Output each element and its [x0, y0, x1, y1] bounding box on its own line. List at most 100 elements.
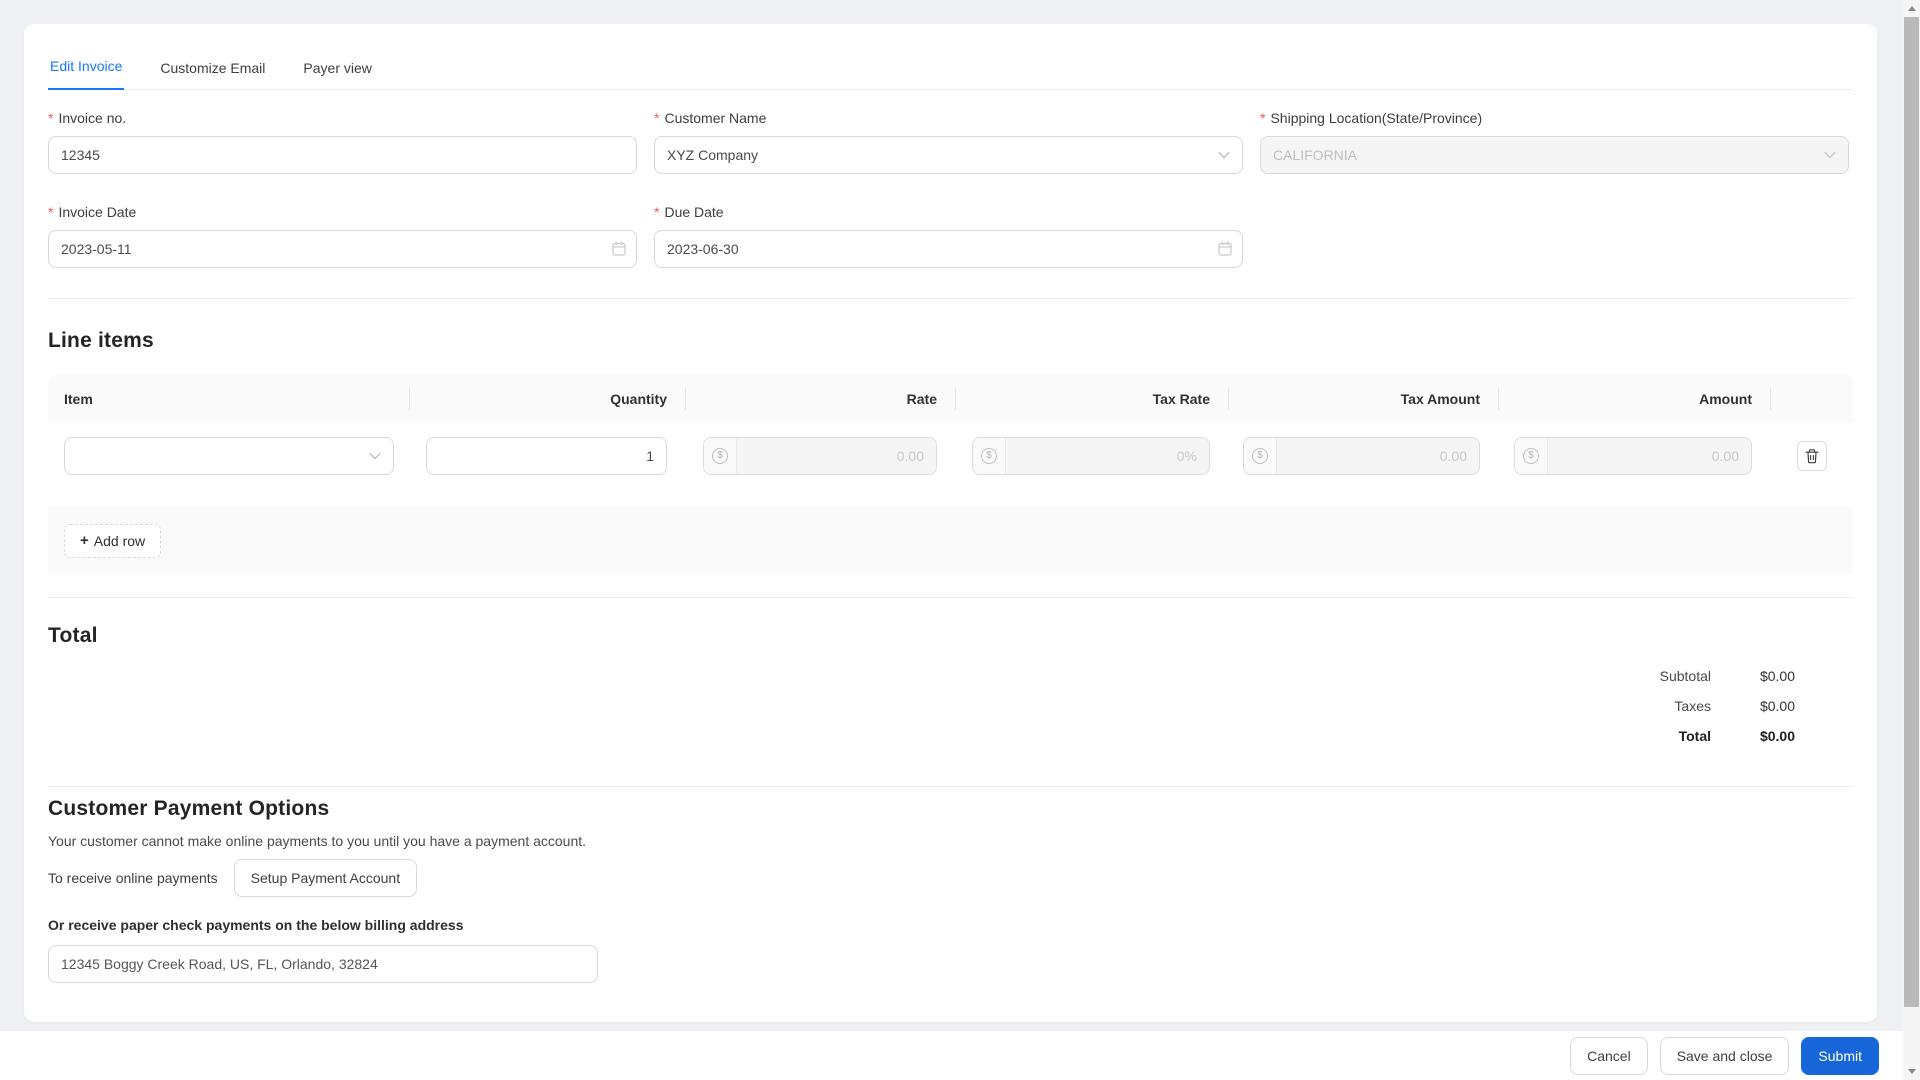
total-row: Total $0.00: [48, 721, 1795, 751]
rate-input: [737, 438, 936, 474]
trash-icon: [1805, 448, 1819, 463]
due-date-input[interactable]: [654, 230, 1243, 268]
receive-payments-text: To receive online payments: [48, 870, 218, 886]
column-header-amount: Amount: [1499, 375, 1771, 423]
tax-amount-input-group: $: [1243, 437, 1480, 475]
total-value: $0.00: [1759, 728, 1795, 744]
add-row-button[interactable]: + Add row: [64, 523, 162, 558]
section-divider: [48, 298, 1853, 299]
section-divider: [48, 597, 1853, 598]
submit-button[interactable]: Submit: [1801, 1036, 1879, 1075]
total-label: Total: [1678, 728, 1711, 744]
invoice-date-label: * Invoice Date: [48, 204, 137, 220]
receive-payments-row: To receive online payments Setup Payment…: [48, 859, 1853, 897]
customer-name-select[interactable]: XYZ Company: [654, 136, 1243, 174]
required-mark: *: [654, 110, 660, 126]
shipping-location-field: * Shipping Location(State/Province) CALIF…: [1260, 110, 1849, 174]
required-mark: *: [1260, 110, 1266, 126]
column-header-quantity: Quantity: [410, 375, 686, 423]
scroll-up-icon[interactable]: [1903, 0, 1920, 17]
column-header-rate: Rate: [686, 375, 956, 423]
dollar-circle-icon: $: [1515, 438, 1548, 474]
item-cell: [48, 437, 410, 475]
taxes-value: $0.00: [1759, 698, 1795, 714]
cancel-button[interactable]: Cancel: [1570, 1036, 1648, 1075]
section-divider: [48, 786, 1853, 787]
calendar-icon: [1218, 241, 1232, 256]
taxes-row: Taxes $0.00: [48, 691, 1795, 721]
amount-input-group: $: [1514, 437, 1752, 475]
footer-action-bar: Cancel Save and close Submit: [0, 1031, 1903, 1080]
payment-note: Your customer cannot make online payment…: [48, 833, 587, 849]
tax-rate-cell: $: [956, 437, 1229, 475]
column-header-tax-amount: Tax Amount: [1229, 375, 1499, 423]
invoice-no-input[interactable]: [48, 136, 637, 174]
invoice-editor-card: Edit Invoice Customize Email Payer view …: [24, 24, 1877, 1022]
scroll-down-icon[interactable]: [1903, 1063, 1920, 1080]
billing-address-input[interactable]: [48, 945, 598, 983]
amount-input: [1548, 438, 1751, 474]
setup-payment-account-button[interactable]: Setup Payment Account: [233, 859, 418, 897]
paper-check-text: Or receive paper check payments on the b…: [48, 917, 464, 933]
subtotal-row: Subtotal $0.00: [48, 661, 1795, 691]
tax-amount-cell: $: [1229, 437, 1499, 475]
chevron-down-icon: [1218, 151, 1230, 159]
payment-options-title: Customer Payment Options: [48, 797, 330, 820]
tax-rate-input: [1006, 438, 1209, 474]
required-mark: *: [654, 204, 660, 220]
invoice-date-field: * Invoice Date: [48, 204, 637, 268]
totals-summary: Subtotal $0.00 Taxes $0.00 Total $0.00: [48, 661, 1853, 751]
scrollbar: [1903, 0, 1920, 1080]
due-date-field: * Due Date: [654, 204, 1243, 268]
total-title: Total: [48, 624, 98, 647]
due-date-label: * Due Date: [654, 204, 724, 220]
invoice-no-field: * Invoice no.: [48, 110, 637, 174]
rate-input-group: $: [703, 437, 937, 475]
tab-payer-view[interactable]: Payer view: [301, 60, 373, 90]
tab-customize-email[interactable]: Customize Email: [158, 60, 267, 90]
amount-cell: $: [1499, 437, 1771, 475]
chevron-down-icon: [369, 452, 381, 460]
plus-icon: +: [80, 532, 89, 549]
tab-bar: Edit Invoice Customize Email Payer view: [48, 24, 1853, 90]
form-row-2: *Invoice Date *Due Date: [48, 204, 1853, 268]
dollar-circle-icon: $: [973, 438, 1006, 474]
column-header-tax-rate: Tax Rate: [956, 375, 1229, 423]
required-mark: *: [48, 110, 54, 126]
customer-name-field: * Customer Name XYZ Company: [654, 110, 1243, 174]
column-header-item: Item: [48, 375, 410, 423]
add-row-label: Add row: [93, 532, 146, 549]
line-item-row: $ $ $ $: [48, 423, 1853, 507]
rate-cell: $: [686, 437, 956, 475]
customer-name-label: * Customer Name: [654, 110, 767, 126]
tax-amount-input: [1277, 438, 1479, 474]
line-items-title: Line items: [48, 329, 154, 352]
shipping-location-value: CALIFORNIA: [1273, 147, 1358, 163]
item-select[interactable]: [64, 437, 394, 475]
quantity-input[interactable]: [426, 437, 667, 475]
row-actions-cell: [1771, 437, 1853, 471]
customer-name-value: XYZ Company: [667, 147, 759, 163]
required-mark: *: [48, 204, 54, 220]
calendar-icon: [612, 241, 626, 256]
dollar-circle-icon: $: [1244, 438, 1277, 474]
form-row-1: *Invoice no. *Customer Name XYZ Company …: [48, 110, 1853, 174]
delete-row-button[interactable]: [1797, 441, 1827, 471]
save-and-close-button[interactable]: Save and close: [1659, 1036, 1790, 1075]
tax-rate-input-group: $: [972, 437, 1210, 475]
quantity-cell: [410, 437, 686, 475]
invoice-date-input[interactable]: [48, 230, 637, 268]
invoice-no-label: * Invoice no.: [48, 110, 127, 126]
scrollbar-thumb[interactable]: [1904, 17, 1919, 1007]
tab-edit-invoice[interactable]: Edit Invoice: [48, 58, 125, 90]
subtotal-label: Subtotal: [1659, 668, 1711, 684]
subtotal-value: $0.00: [1759, 668, 1795, 684]
shipping-location-select: CALIFORNIA: [1260, 136, 1849, 174]
line-items-header: Item Quantity Rate Tax Rate Tax Amount A…: [48, 375, 1853, 423]
taxes-label: Taxes: [1674, 698, 1711, 714]
chevron-down-icon: [1824, 151, 1836, 159]
dollar-circle-icon: $: [704, 438, 737, 474]
column-header-actions: [1771, 375, 1853, 423]
shipping-location-label: * Shipping Location(State/Province): [1260, 110, 1483, 126]
